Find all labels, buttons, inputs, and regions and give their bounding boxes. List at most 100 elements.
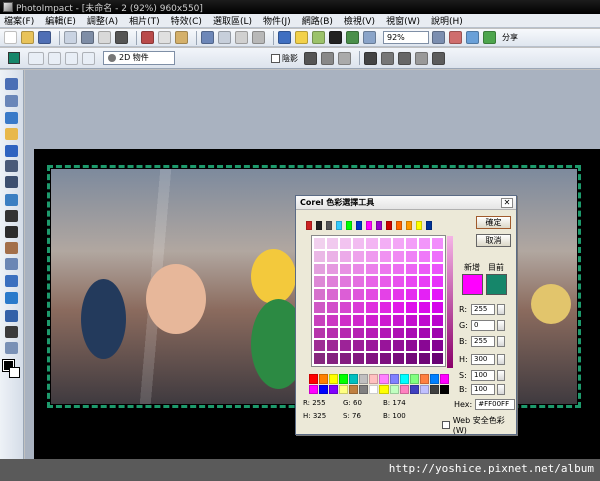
color-cell[interactable]: [418, 302, 430, 313]
rotate-icon[interactable]: [381, 51, 394, 65]
color-cell[interactable]: [379, 353, 391, 364]
h-input[interactable]: 300: [471, 354, 495, 365]
background-color-swatch[interactable]: [9, 367, 20, 378]
color-cell[interactable]: [366, 353, 378, 364]
color-cell[interactable]: [392, 250, 404, 262]
zoom-tool-icon[interactable]: [5, 310, 18, 322]
palette-swatch[interactable]: [359, 374, 369, 384]
color-cell[interactable]: [418, 263, 430, 275]
brightness-spinner[interactable]: [497, 384, 505, 395]
color-cell[interactable]: [340, 340, 352, 352]
color-cell[interactable]: [366, 238, 378, 249]
color-cell[interactable]: [327, 238, 339, 249]
color-cell[interactable]: [327, 340, 339, 352]
fill-color-swatch[interactable]: [8, 52, 20, 64]
palette-swatch[interactable]: [309, 384, 319, 394]
h-spinner[interactable]: [497, 354, 505, 365]
color-cell[interactable]: [327, 327, 339, 339]
palette-swatch[interactable]: [369, 374, 379, 384]
color-cell[interactable]: [418, 250, 430, 262]
retouch-tool-icon[interactable]: [5, 226, 18, 238]
palette-swatch[interactable]: [399, 374, 409, 384]
eye-tool-icon[interactable]: [5, 194, 18, 206]
palette-swatch[interactable]: [369, 384, 379, 394]
color-cell[interactable]: [405, 314, 417, 326]
mode-swatch[interactable]: [376, 221, 382, 230]
color-cell[interactable]: [314, 263, 326, 275]
web-icon[interactable]: [466, 31, 479, 44]
palette-swatch[interactable]: [429, 384, 439, 394]
g-spinner[interactable]: [497, 320, 505, 331]
color-swatches[interactable]: [2, 359, 21, 380]
brush-tool-icon[interactable]: [5, 210, 18, 222]
eyedropper-tool-icon[interactable]: [5, 326, 18, 338]
color-cell[interactable]: [314, 238, 326, 249]
mode-swatch[interactable]: [366, 221, 372, 230]
menu-selection[interactable]: 選取區(L): [213, 14, 252, 27]
color-cell[interactable]: [327, 276, 339, 288]
palette-swatch[interactable]: [379, 384, 389, 394]
color-cell[interactable]: [392, 276, 404, 288]
palette-swatch[interactable]: [349, 384, 359, 394]
color-cell[interactable]: [366, 263, 378, 275]
color-cell[interactable]: [431, 353, 443, 364]
color-cell[interactable]: [418, 276, 430, 288]
color-cell[interactable]: [405, 340, 417, 352]
shadow-checkbox[interactable]: [271, 53, 280, 63]
properties-icon[interactable]: [432, 51, 445, 65]
color-cell[interactable]: [431, 263, 443, 275]
menu-view[interactable]: 檢視(V): [344, 14, 375, 27]
eraser-tool-icon[interactable]: [5, 258, 18, 270]
palette-swatch[interactable]: [379, 374, 389, 384]
color-cell[interactable]: [340, 314, 352, 326]
color-cell[interactable]: [353, 302, 365, 313]
mode-swatch[interactable]: [326, 221, 332, 230]
color-cell[interactable]: [418, 314, 430, 326]
color-cell[interactable]: [405, 289, 417, 300]
clone-tool-icon[interactable]: [5, 242, 18, 254]
color-cell[interactable]: [340, 289, 352, 300]
solid-fill-icon[interactable]: [304, 51, 317, 65]
g-input[interactable]: 0: [471, 320, 495, 331]
menu-help[interactable]: 說明(H): [431, 14, 463, 27]
r-spinner[interactable]: [497, 304, 505, 315]
grid-tool-icon[interactable]: [5, 176, 18, 188]
color-cell[interactable]: [353, 263, 365, 275]
color-cell[interactable]: [314, 353, 326, 364]
scan-icon[interactable]: [64, 31, 77, 44]
close-icon[interactable]: ✕: [501, 198, 513, 208]
lasso-tool-icon[interactable]: [5, 128, 18, 140]
web-safe-row[interactable]: Web 安全色彩(W): [442, 415, 516, 435]
color-cell[interactable]: [327, 250, 339, 262]
color-cell[interactable]: [366, 302, 378, 313]
color-cell[interactable]: [405, 263, 417, 275]
palette-swatch[interactable]: [339, 384, 349, 394]
object-mode-select[interactable]: 2D 物件: [103, 51, 175, 65]
palette-swatch[interactable]: [329, 374, 339, 384]
share-label[interactable]: 分享: [502, 32, 518, 43]
rectangle-shape-icon[interactable]: [28, 51, 44, 65]
path-tool-icon[interactable]: [5, 342, 18, 354]
s-spinner[interactable]: [497, 370, 505, 381]
palette-swatch[interactable]: [359, 384, 369, 394]
selection-tool-icon[interactable]: [5, 112, 18, 124]
palette-swatch[interactable]: [429, 374, 439, 384]
color-cell[interactable]: [366, 276, 378, 288]
mode-swatch[interactable]: [336, 221, 342, 230]
color-cell[interactable]: [314, 327, 326, 339]
mode-swatch[interactable]: [426, 221, 432, 230]
color-cell[interactable]: [379, 238, 391, 249]
color-cell[interactable]: [353, 238, 365, 249]
color-grid[interactable]: [311, 235, 453, 368]
color-cell[interactable]: [379, 327, 391, 339]
cancel-button[interactable]: 取消: [476, 234, 511, 247]
mode-swatch[interactable]: [416, 221, 422, 230]
line-style-icon[interactable]: [321, 51, 334, 65]
color-cell[interactable]: [340, 302, 352, 313]
palette-swatch[interactable]: [339, 374, 349, 384]
color-cell[interactable]: [405, 250, 417, 262]
stepper-icon[interactable]: [82, 51, 95, 65]
menu-edit[interactable]: 編輯(E): [45, 14, 76, 27]
color-cell[interactable]: [366, 340, 378, 352]
palette-swatch[interactable]: [319, 374, 329, 384]
